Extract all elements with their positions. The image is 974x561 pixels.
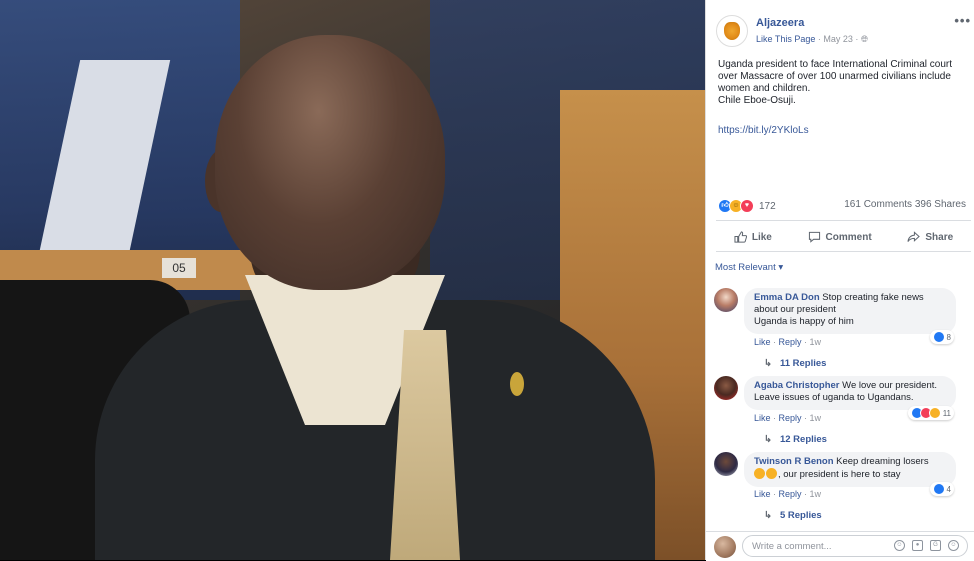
gif-icon[interactable]: G xyxy=(930,540,941,551)
like-page-link[interactable]: Like This Page xyxy=(756,34,815,44)
comment-like-link[interactable]: Like xyxy=(754,413,771,423)
photo-head xyxy=(215,35,445,290)
emoji-icon[interactable]: ☺︎ xyxy=(894,540,905,551)
comment-label: Comment xyxy=(825,231,872,243)
post-date[interactable]: May 23 xyxy=(823,34,853,44)
reaction-icons[interactable]: 👍︎ ☺︎ ♥︎ 172 xyxy=(718,199,776,213)
like-label: Like xyxy=(751,231,772,243)
share-icon xyxy=(907,231,921,242)
comment-time[interactable]: 1w xyxy=(810,337,822,347)
sticker-icon[interactable]: ☺︎ xyxy=(948,540,959,551)
comment-reaction-count: 8 xyxy=(946,332,951,342)
post-text: Uganda president to face International C… xyxy=(718,59,968,107)
chevron-down-icon: ▾ xyxy=(778,262,784,273)
photo-lapel-pin xyxy=(510,372,524,396)
reaction-summary: 👍︎ ☺︎ ♥︎ 172 161 Comments 396 Shares xyxy=(718,199,968,213)
commenter-avatar[interactable] xyxy=(714,452,738,476)
comment-like-link[interactable]: Like xyxy=(754,489,771,499)
page-name[interactable]: Aljazeera xyxy=(756,17,804,29)
shares-count[interactable]: 396 Shares xyxy=(915,199,966,210)
replies-count: 11 Replies xyxy=(779,358,827,369)
comment-footer: Like · Reply · 1w xyxy=(754,413,822,423)
replies-count: 5 Replies xyxy=(779,510,822,521)
comment-text: Keep dreaming losers xyxy=(836,456,929,467)
comment-footer: Like · Reply · 1w xyxy=(754,489,822,499)
comment-reaction-count: 11 xyxy=(942,408,951,418)
comment-footer: Like · Reply · 1w xyxy=(754,337,822,347)
comment-reactions[interactable]: 11 xyxy=(907,406,954,420)
reply-arrow-icon: ↳ xyxy=(764,434,772,445)
reply-arrow-icon: ↳ xyxy=(764,510,772,521)
comment-bubble: Agaba Christopher We love our president.… xyxy=(744,376,956,410)
thumbs-up-icon xyxy=(734,231,747,243)
reaction-count: 172 xyxy=(759,200,776,212)
post-panel: Aljazeera Like This Page · May 23 · 🌐︎ •… xyxy=(705,0,974,561)
comment-reactions[interactable]: 8 xyxy=(929,330,954,344)
post-photo[interactable]: 05 xyxy=(0,0,705,560)
view-replies-link[interactable]: ↳ 5 Replies xyxy=(764,510,822,521)
laughing-emoji-icon xyxy=(754,468,765,479)
post-meta: Like This Page · May 23 · 🌐︎ xyxy=(756,34,868,45)
post-text-line: Chile Eboe-Osuji. xyxy=(718,95,796,106)
divider xyxy=(716,220,971,221)
comment-reply-link[interactable]: Reply xyxy=(779,413,802,423)
replies-count: 12 Replies xyxy=(779,434,827,445)
post-header: Aljazeera Like This Page · May 23 · 🌐︎ •… xyxy=(716,13,971,49)
post-options-button[interactable]: ••• xyxy=(954,13,971,28)
share-button[interactable]: Share xyxy=(907,231,953,243)
comment-filter-dropdown[interactable]: Most Relevant ▾ xyxy=(715,262,783,273)
comment-text-line: , our president is here to stay xyxy=(778,469,901,480)
photo-desk-label: 05 xyxy=(162,258,196,278)
globe-icon: 🌐︎ xyxy=(860,34,869,44)
my-avatar xyxy=(714,536,736,558)
commenter-avatar[interactable] xyxy=(714,376,738,400)
comments-count[interactable]: 161 Comments xyxy=(844,199,912,210)
comment-input[interactable]: Write a comment... ☺︎ ● G ☺︎ xyxy=(742,535,968,557)
comment-time[interactable]: 1w xyxy=(810,489,822,499)
comment-reactions[interactable]: 4 xyxy=(929,482,954,496)
composer-tools: ☺︎ ● G ☺︎ xyxy=(894,540,959,551)
comment-reaction-count: 4 xyxy=(946,484,951,494)
comment-filter-label: Most Relevant xyxy=(715,262,776,273)
commenter-name[interactable]: Emma DA Don xyxy=(754,292,820,303)
post-link[interactable]: https://bit.ly/2YKloLs xyxy=(718,125,809,136)
post-stats: 161 Comments 396 Shares xyxy=(844,199,966,210)
haha-reaction-icon xyxy=(928,407,941,419)
comment-like-link[interactable]: Like xyxy=(754,337,771,347)
comment-bubble: Twinson R Benon Keep dreaming losers , o… xyxy=(744,452,956,487)
comment-reply-link[interactable]: Reply xyxy=(779,489,802,499)
comment-button[interactable]: Comment xyxy=(808,231,872,243)
comment-icon xyxy=(808,231,820,243)
share-label: Share xyxy=(925,231,954,243)
comment-time[interactable]: 1w xyxy=(810,413,822,423)
view-replies-link[interactable]: ↳ 11 Replies xyxy=(764,358,826,369)
divider xyxy=(716,251,971,252)
like-reaction-icon xyxy=(932,483,945,495)
comment-reply-link[interactable]: Reply xyxy=(779,337,802,347)
commenter-name[interactable]: Twinson R Benon xyxy=(754,456,834,467)
commenter-avatar[interactable] xyxy=(714,288,738,312)
love-reaction-icon: ♥︎ xyxy=(740,199,754,213)
like-reaction-icon xyxy=(932,331,945,343)
laughing-emoji-icon xyxy=(766,468,777,479)
camera-icon[interactable]: ● xyxy=(912,540,923,551)
like-button[interactable]: Like xyxy=(734,231,772,243)
commenter-name[interactable]: Agaba Christopher xyxy=(754,380,840,391)
view-replies-link[interactable]: ↳ 12 Replies xyxy=(764,434,827,445)
comment-bubble: Emma DA Don Stop creating fake news abou… xyxy=(744,288,956,334)
post-actions: Like Comment Share xyxy=(716,225,971,249)
comment-input-placeholder: Write a comment... xyxy=(752,541,832,552)
post-text-line: Uganda president to face International C… xyxy=(718,59,953,94)
page-avatar[interactable] xyxy=(716,15,748,47)
comment-composer: Write a comment... ☺︎ ● G ☺︎ xyxy=(706,531,974,561)
aljazeera-logo-icon xyxy=(724,22,740,40)
comment-text-line: Uganda is happy of him xyxy=(754,316,854,327)
reply-arrow-icon: ↳ xyxy=(764,358,772,369)
